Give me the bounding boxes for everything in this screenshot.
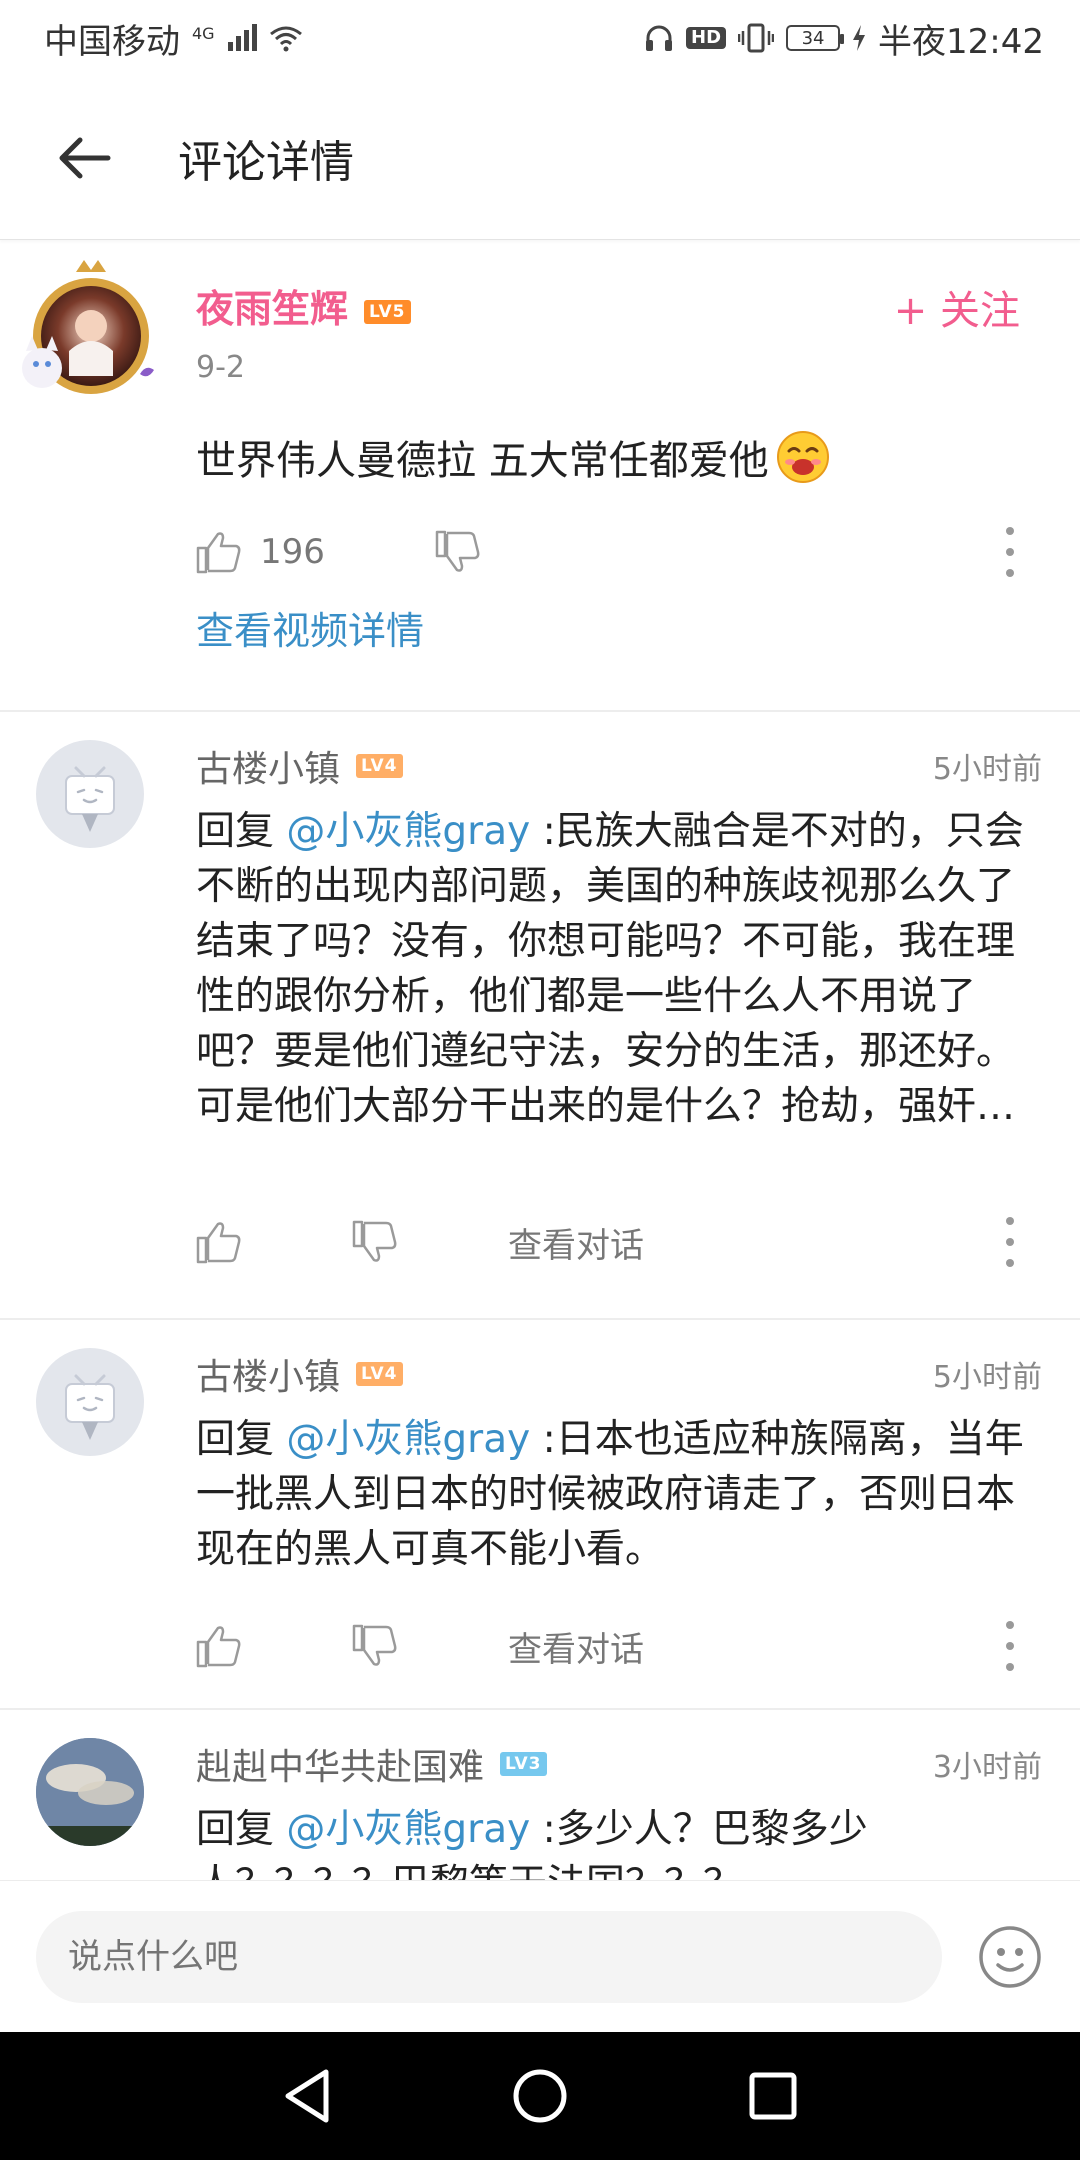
view-conversation-button[interactable]: 查看对话 (508, 1622, 644, 1671)
reply-prefix: 回复 (196, 1807, 287, 1852)
battery-icon: 34 (786, 25, 845, 51)
list-item: 古楼小镇 LV4 5小时前 回复 @小灰熊gray :日本也适应种族隔离，当年一批… (0, 1320, 1080, 1710)
carrier-name: 中国移动 (44, 21, 180, 62)
status-bar: 中国移动 4G HD 34 半夜12:42 (0, 0, 1080, 76)
main-comment: 夜雨笙辉 LV5 + 关注 9-2 世界伟人曼德拉 五大常任都爱他 196 查看… (0, 240, 1080, 712)
level-badge: LV4 (356, 1362, 403, 1386)
network-type: 4G (192, 23, 215, 43)
like-icon[interactable] (196, 1624, 242, 1668)
emoji-picker-icon[interactable] (978, 1925, 1042, 1989)
headphones-icon (646, 25, 672, 51)
dislike-icon[interactable] (352, 1624, 398, 1668)
avatar[interactable] (36, 740, 144, 848)
status-right: HD 34 半夜12:42 (644, 14, 1044, 63)
mention-link[interactable]: @小灰熊gray (286, 1417, 530, 1462)
nav-home-button[interactable] (505, 2061, 575, 2131)
like-icon[interactable] (196, 1220, 242, 1264)
nav-back-button[interactable] (272, 2061, 342, 2131)
system-nav-bar (0, 2032, 1080, 2160)
hd-icon: HD (686, 27, 727, 49)
follow-button[interactable]: + 关注 (894, 278, 1020, 336)
reply-text: 回复 @小灰熊gray :多少人？巴黎多少人？？？？巴黎等于法国？？？ (196, 1802, 896, 1880)
mention-link[interactable]: @小灰熊gray (286, 809, 530, 854)
view-video-link[interactable]: 查看视频详情 (196, 600, 424, 655)
comment-input-bar (0, 1880, 1080, 2033)
reply-time: 5小时前 (932, 1360, 1042, 1395)
level-badge: LV3 (500, 1752, 547, 1776)
username-text: 夜雨笙辉 (196, 287, 349, 331)
dislike-icon[interactable] (435, 530, 481, 574)
back-arrow-icon (59, 137, 111, 178)
comment-body: 世界伟人曼德拉 五大常任都爱他 (196, 438, 769, 484)
more-options-icon[interactable] (1000, 1217, 1020, 1267)
avatar[interactable] (36, 1348, 144, 1456)
reply-body: :民族大融合是不对的，只会不断的出现内部问题，美国的种族歧视那么久了结束了吗？没… (196, 809, 1024, 1129)
list-item: 赳赳中华共赴国难 LV3 3小时前 回复 @小灰熊gray :多少人？巴黎多少人？… (0, 1710, 1080, 1880)
comment-date: 9-2 (196, 350, 245, 385)
charging-icon (853, 25, 866, 51)
follow-label: + 关注 (893, 288, 1020, 334)
more-options-icon[interactable] (1000, 527, 1020, 577)
avatar[interactable] (36, 1738, 144, 1846)
sky-photo-avatar-icon (36, 1738, 144, 1846)
reply-text: 回复 @小灰熊gray :民族大融合是不对的，只会不断的出现内部问题，美国的种族… (196, 804, 1044, 1134)
main-username[interactable]: 夜雨笙辉 LV5 (196, 278, 411, 333)
mention-link[interactable]: @小灰熊gray (286, 1807, 530, 1852)
reply-prefix: 回复 (196, 809, 287, 854)
nav-recents-button[interactable] (738, 2061, 808, 2131)
triangle-back-icon (285, 2069, 329, 2123)
app-header: 评论详情 (0, 76, 1080, 240)
avatar-frame-icon (22, 260, 154, 394)
back-button[interactable] (40, 113, 130, 203)
clock: 半夜12:42 (878, 21, 1044, 62)
default-tv-avatar-icon (65, 1374, 115, 1440)
level-badge: LV4 (356, 754, 403, 778)
reply-username[interactable]: 古楼小镇 LV4 (196, 1348, 403, 1400)
comment-text: 世界伟人曼德拉 五大常任都爱他 (196, 428, 831, 486)
more-options-icon[interactable] (1000, 1621, 1020, 1671)
like-icon[interactable] (196, 530, 242, 574)
reply-username[interactable]: 赳赳中华共赴国难 LV3 (196, 1738, 547, 1790)
level-badge: LV5 (364, 299, 411, 324)
signal-icon (227, 24, 257, 51)
circle-home-icon (513, 2069, 567, 2123)
wifi-icon (269, 26, 302, 52)
username-text: 赳赳中华共赴国难 (196, 1747, 485, 1788)
reply-username[interactable]: 古楼小镇 LV4 (196, 740, 403, 792)
username-text: 古楼小镇 (196, 1357, 341, 1398)
comment-input[interactable] (36, 1911, 942, 2003)
username-text: 古楼小镇 (196, 749, 341, 790)
reply-time: 3小时前 (932, 1750, 1042, 1785)
dislike-icon[interactable] (352, 1220, 398, 1264)
vibrate-icon (738, 23, 775, 53)
view-conversation-button[interactable]: 查看对话 (508, 1218, 644, 1267)
square-recents-icon (749, 2072, 797, 2120)
reply-prefix: 回复 (196, 1417, 287, 1462)
battery-level: 34 (801, 27, 825, 49)
reply-time: 5小时前 (932, 752, 1042, 787)
drooling-face-emoji-icon (776, 431, 829, 483)
reply-text: 回复 @小灰熊gray :日本也适应种族隔离，当年一批黑人到日本的时候被政府请走… (196, 1412, 1044, 1577)
like-count: 196 (260, 532, 325, 572)
status-left: 中国移动 4G (44, 14, 303, 63)
comment-scroll-area[interactable]: 夜雨笙辉 LV5 + 关注 9-2 世界伟人曼德拉 五大常任都爱他 196 查看… (0, 240, 1080, 1880)
page-title: 评论详情 (178, 136, 354, 188)
comment-actions: 196 (196, 522, 1080, 582)
reply-actions: 查看对话 (196, 1616, 1080, 1676)
avatar[interactable] (14, 256, 164, 406)
reply-actions: 查看对话 (196, 1212, 1080, 1272)
default-tv-avatar-icon (65, 766, 115, 832)
list-item: 古楼小镇 LV4 5小时前 回复 @小灰熊gray :民族大融合是不对的，只会不断… (0, 712, 1080, 1320)
